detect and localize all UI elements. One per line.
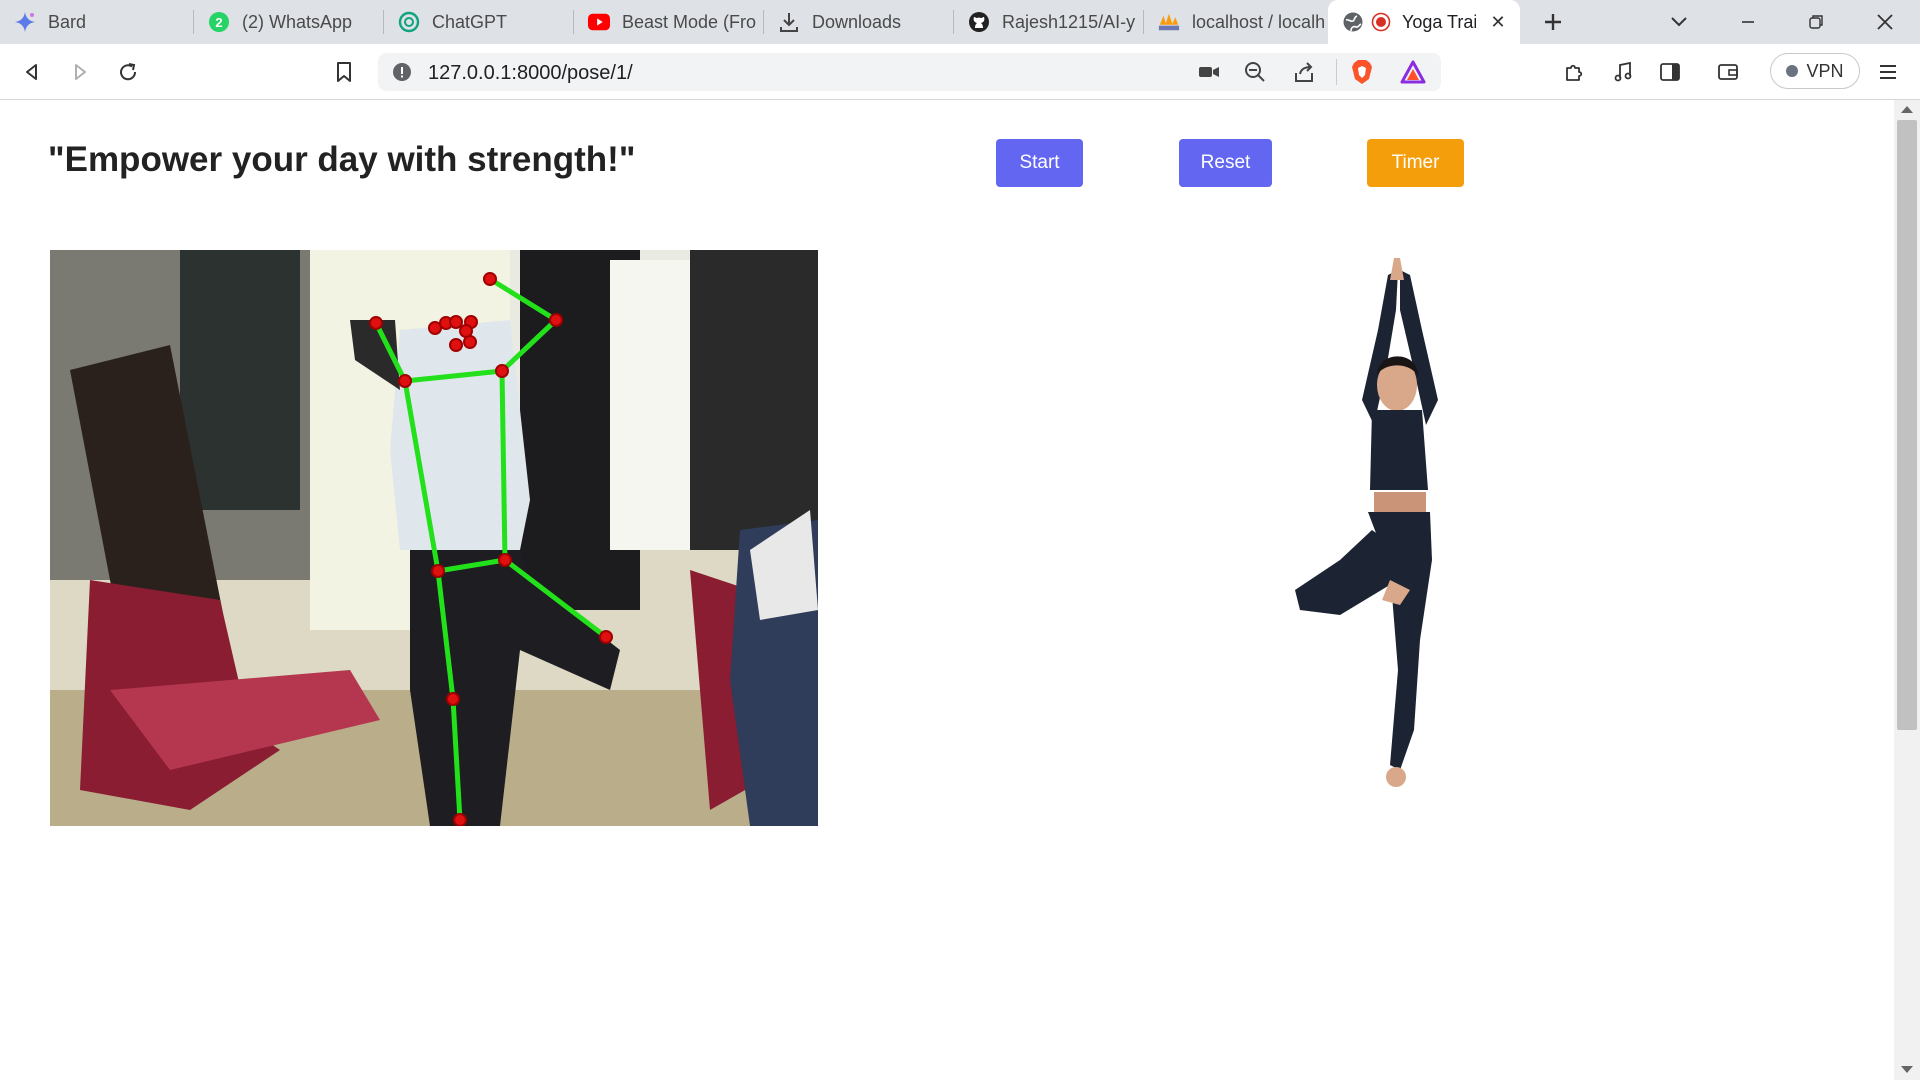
tab-label: Bard <box>48 11 87 32</box>
reload-button[interactable] <box>110 54 146 90</box>
bookmark-button[interactable] <box>326 54 362 90</box>
reload-icon <box>120 63 137 81</box>
tab-chatgpt[interactable]: ChatGPT <box>384 0 574 44</box>
restore-window-button[interactable] <box>1794 0 1838 44</box>
globe-icon <box>1342 11 1364 33</box>
url-text: 127.0.0.1:8000/pose/1/ <box>428 62 633 84</box>
recording-icon <box>1370 11 1392 33</box>
tab-downloads[interactable]: Downloads <box>764 0 954 44</box>
plus-icon <box>1545 14 1561 30</box>
skeleton-joints <box>369 272 613 826</box>
tab-label: Downloads <box>812 11 902 32</box>
minimize-window-button[interactable] <box>1726 0 1770 44</box>
tab-search-button[interactable] <box>1657 0 1701 44</box>
tab-bard[interactable]: Bard <box>0 0 194 44</box>
tab-label: (2) WhatsApp <box>242 11 353 32</box>
chevron-down-icon <box>1671 17 1687 27</box>
forward-button[interactable] <box>62 54 98 90</box>
webcam-feed <box>50 250 818 826</box>
forward-arrow-icon <box>75 64 86 80</box>
close-tab-icon[interactable]: ✕ <box>1488 12 1508 32</box>
tab-strip: Bard 2 (2) WhatsApp ChatGPT Beast Mode (… <box>0 0 1920 44</box>
skeleton-lines <box>373 276 609 823</box>
pose-skeleton-overlay <box>369 272 613 826</box>
page-headline: "Empower your day with strength!" <box>48 140 636 179</box>
reset-button[interactable]: Reset <box>1179 139 1272 187</box>
phpmyadmin-icon <box>1158 11 1180 33</box>
restore-icon <box>1809 15 1823 29</box>
timer-button[interactable]: Timer <box>1367 139 1464 187</box>
scroll-up-arrow-icon[interactable] <box>1901 106 1913 113</box>
tab-label: localhost / localh <box>1192 11 1326 32</box>
address-bar[interactable]: 127.0.0.1:8000/pose/1/ <box>378 53 1441 91</box>
youtube-icon <box>588 11 610 33</box>
puzzle-icon <box>1566 64 1583 81</box>
bard-sparkle-icon <box>14 11 36 33</box>
tab-youtube[interactable]: Beast Mode (Fro <box>574 0 764 44</box>
reference-pose-image <box>1250 250 1490 800</box>
tab-phpmyadmin[interactable]: localhost / localh <box>1144 0 1328 44</box>
wallet-icon <box>1718 64 1738 80</box>
close-icon <box>1877 14 1893 30</box>
github-icon <box>968 11 990 33</box>
whatsapp-icon: 2 <box>208 11 230 33</box>
svg-text:2: 2 <box>215 15 222 30</box>
close-window-button[interactable] <box>1863 0 1907 44</box>
tab-label: ChatGPT <box>432 11 508 32</box>
back-arrow-icon <box>26 64 37 80</box>
tab-whatsapp[interactable]: 2 (2) WhatsApp <box>194 0 384 44</box>
tab-yoga-trainer[interactable]: Yoga Trai ✕ <box>1328 0 1520 44</box>
hamburger-menu-icon <box>1880 65 1896 79</box>
wallet-button[interactable] <box>1710 54 1746 90</box>
scrollbar-thumb[interactable] <box>1897 120 1917 730</box>
browser-toolbar: 127.0.0.1:8000/pose/1/ VPN <box>0 44 1920 100</box>
music-note-icon <box>1614 61 1632 82</box>
menu-button[interactable] <box>1870 54 1906 90</box>
vpn-label: VPN <box>1806 60 1844 81</box>
page-scrollbar[interactable] <box>1894 100 1920 1080</box>
vpn-button[interactable]: VPN <box>1770 53 1860 89</box>
brave-shields-icon[interactable] <box>1350 59 1374 90</box>
extensions-button[interactable] <box>1556 54 1592 90</box>
minimize-icon <box>1742 21 1754 23</box>
tab-label: Rajesh1215/AI-y <box>1002 11 1136 32</box>
tab-github[interactable]: Rajesh1215/AI-y <box>954 0 1144 44</box>
media-controls-button[interactable] <box>1605 54 1641 90</box>
sidebar-toggle-button[interactable] <box>1652 54 1688 90</box>
bookmark-icon <box>337 62 351 82</box>
camera-in-use-icon[interactable] <box>1198 62 1220 87</box>
download-icon <box>778 11 800 33</box>
site-info-icon[interactable] <box>392 62 412 87</box>
start-button[interactable]: Start <box>996 139 1083 187</box>
brave-rewards-icon[interactable] <box>1400 60 1426 89</box>
vpn-status-icon <box>1786 65 1799 77</box>
new-tab-button[interactable] <box>1531 0 1575 44</box>
zoom-icon[interactable] <box>1244 61 1266 88</box>
chatgpt-icon <box>398 11 420 33</box>
scroll-down-arrow-icon[interactable] <box>1901 1066 1913 1073</box>
share-icon[interactable] <box>1293 61 1315 88</box>
tab-label: Beast Mode (Fro <box>622 11 757 32</box>
back-button[interactable] <box>14 54 50 90</box>
sidebar-icon <box>1660 63 1680 81</box>
tab-label: Yoga Trai <box>1402 11 1476 32</box>
